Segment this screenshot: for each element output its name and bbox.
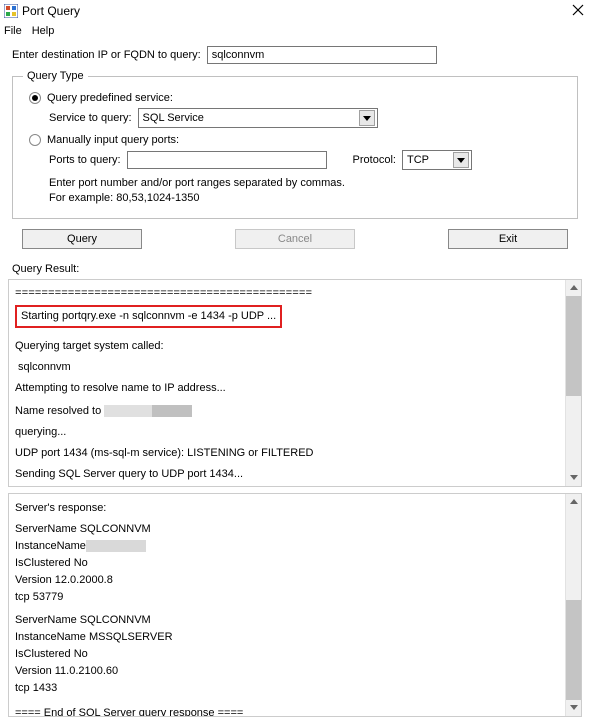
radio-manual-icon[interactable] — [29, 134, 41, 146]
close-icon[interactable] — [572, 4, 586, 18]
ports-label: Ports to query: — [49, 154, 121, 166]
query-result-pane-1: ========================================… — [8, 279, 582, 487]
query-button[interactable]: Query — [22, 229, 142, 249]
service-label: Service to query: — [49, 112, 132, 124]
result-divider: ========================================… — [15, 286, 561, 303]
result-line: InstanceName MSSQLSERVER — [15, 629, 561, 646]
scroll-up-icon[interactable] — [566, 494, 581, 510]
menu-help[interactable]: Help — [32, 25, 55, 37]
response-header: Server's response: — [15, 500, 561, 517]
scroll-thumb[interactable] — [566, 296, 581, 396]
ports-hint: Enter port number and/or port ranges sep… — [49, 176, 567, 206]
instance-name-1: InstanceName — [15, 538, 561, 555]
scroll-up-icon[interactable] — [566, 280, 581, 296]
ports-hint-line1: Enter port number and/or port ranges sep… — [49, 176, 567, 191]
destination-input[interactable] — [207, 46, 437, 64]
cancel-button: Cancel — [235, 229, 355, 249]
redacted-block — [86, 540, 146, 552]
radio-predefined-icon[interactable] — [29, 92, 41, 104]
redacted-block — [152, 405, 192, 417]
result-line: Version 12.0.2000.8 — [15, 572, 561, 589]
query-result-pane-2: Server's response: ServerName SQLCONNVM … — [8, 493, 582, 717]
ports-hint-line2: For example: 80,53,1024-1350 — [49, 191, 567, 206]
instance-label: InstanceName — [15, 540, 86, 552]
predefined-radio-row[interactable]: Query predefined service: — [29, 92, 567, 104]
scroll-down-icon[interactable] — [566, 470, 581, 486]
result-line: Version 11.0.2100.60 — [15, 663, 561, 680]
query-result-label: Query Result: — [0, 261, 590, 277]
window-title: Port Query — [22, 4, 572, 18]
ports-input[interactable] — [127, 151, 327, 169]
ports-row: Ports to query: Protocol: TCP — [49, 150, 567, 170]
protocol-label: Protocol: — [353, 154, 396, 166]
name-resolved-label: Name resolved to — [15, 405, 104, 417]
menu-file[interactable]: File — [4, 25, 22, 37]
result-line: Querying target system called: — [15, 338, 561, 355]
predefined-label: Query predefined service: — [47, 92, 173, 104]
result-line: UDP port 1434 (ms-sql-m service): LISTEN… — [15, 445, 561, 462]
scroll-down-icon[interactable] — [566, 700, 581, 716]
exit-button[interactable]: Exit — [448, 229, 568, 249]
result-line: IsClustered No — [15, 555, 561, 572]
scrollbar[interactable] — [565, 494, 581, 716]
service-row: Service to query: SQL Service — [49, 108, 567, 128]
result-line: Sending SQL Server query to UDP port 143… — [15, 466, 561, 483]
result-name-resolved: Name resolved to — [15, 403, 561, 420]
scroll-thumb[interactable] — [566, 600, 581, 700]
query-type-legend: Query Type — [23, 70, 88, 82]
port-query-window: Port Query File Help Enter destination I… — [0, 0, 590, 690]
result-line: tcp 53779 — [15, 589, 561, 606]
titlebar: Port Query — [0, 0, 590, 22]
button-row: Query Cancel Exit — [12, 225, 578, 255]
service-select[interactable]: SQL Service — [138, 108, 378, 128]
result-line: ServerName SQLCONNVM — [15, 612, 561, 629]
result-line: ServerName SQLCONNVM — [15, 521, 561, 538]
chevron-down-icon[interactable] — [453, 152, 469, 168]
starting-highlight: Starting portqry.exe -n sqlconnvm -e 143… — [15, 305, 282, 328]
result-line: sqlconnvm — [15, 359, 561, 376]
service-value: SQL Service — [143, 112, 359, 124]
destination-label: Enter destination IP or FQDN to query: — [12, 49, 201, 61]
redacted-block — [104, 405, 152, 417]
chevron-down-icon[interactable] — [359, 110, 375, 126]
result-line: tcp 1433 — [15, 680, 561, 697]
protocol-value: TCP — [407, 154, 453, 166]
result-line: Attempting to resolve name to IP address… — [15, 380, 561, 397]
manual-radio-row[interactable]: Manually input query ports: — [29, 134, 567, 146]
result-line: querying... — [15, 424, 561, 441]
destination-row: Enter destination IP or FQDN to query: — [12, 46, 578, 64]
manual-label: Manually input query ports: — [47, 134, 179, 146]
query-type-group: Query Type Query predefined service: Ser… — [12, 70, 578, 219]
result-line: ==== End of SQL Server query response ==… — [15, 705, 561, 716]
app-icon — [4, 4, 18, 18]
scrollbar[interactable] — [565, 280, 581, 486]
result-line: IsClustered No — [15, 646, 561, 663]
protocol-select[interactable]: TCP — [402, 150, 472, 170]
menubar: File Help — [0, 22, 590, 40]
starting-line: Starting portqry.exe -n sqlconnvm -e 143… — [21, 310, 276, 322]
